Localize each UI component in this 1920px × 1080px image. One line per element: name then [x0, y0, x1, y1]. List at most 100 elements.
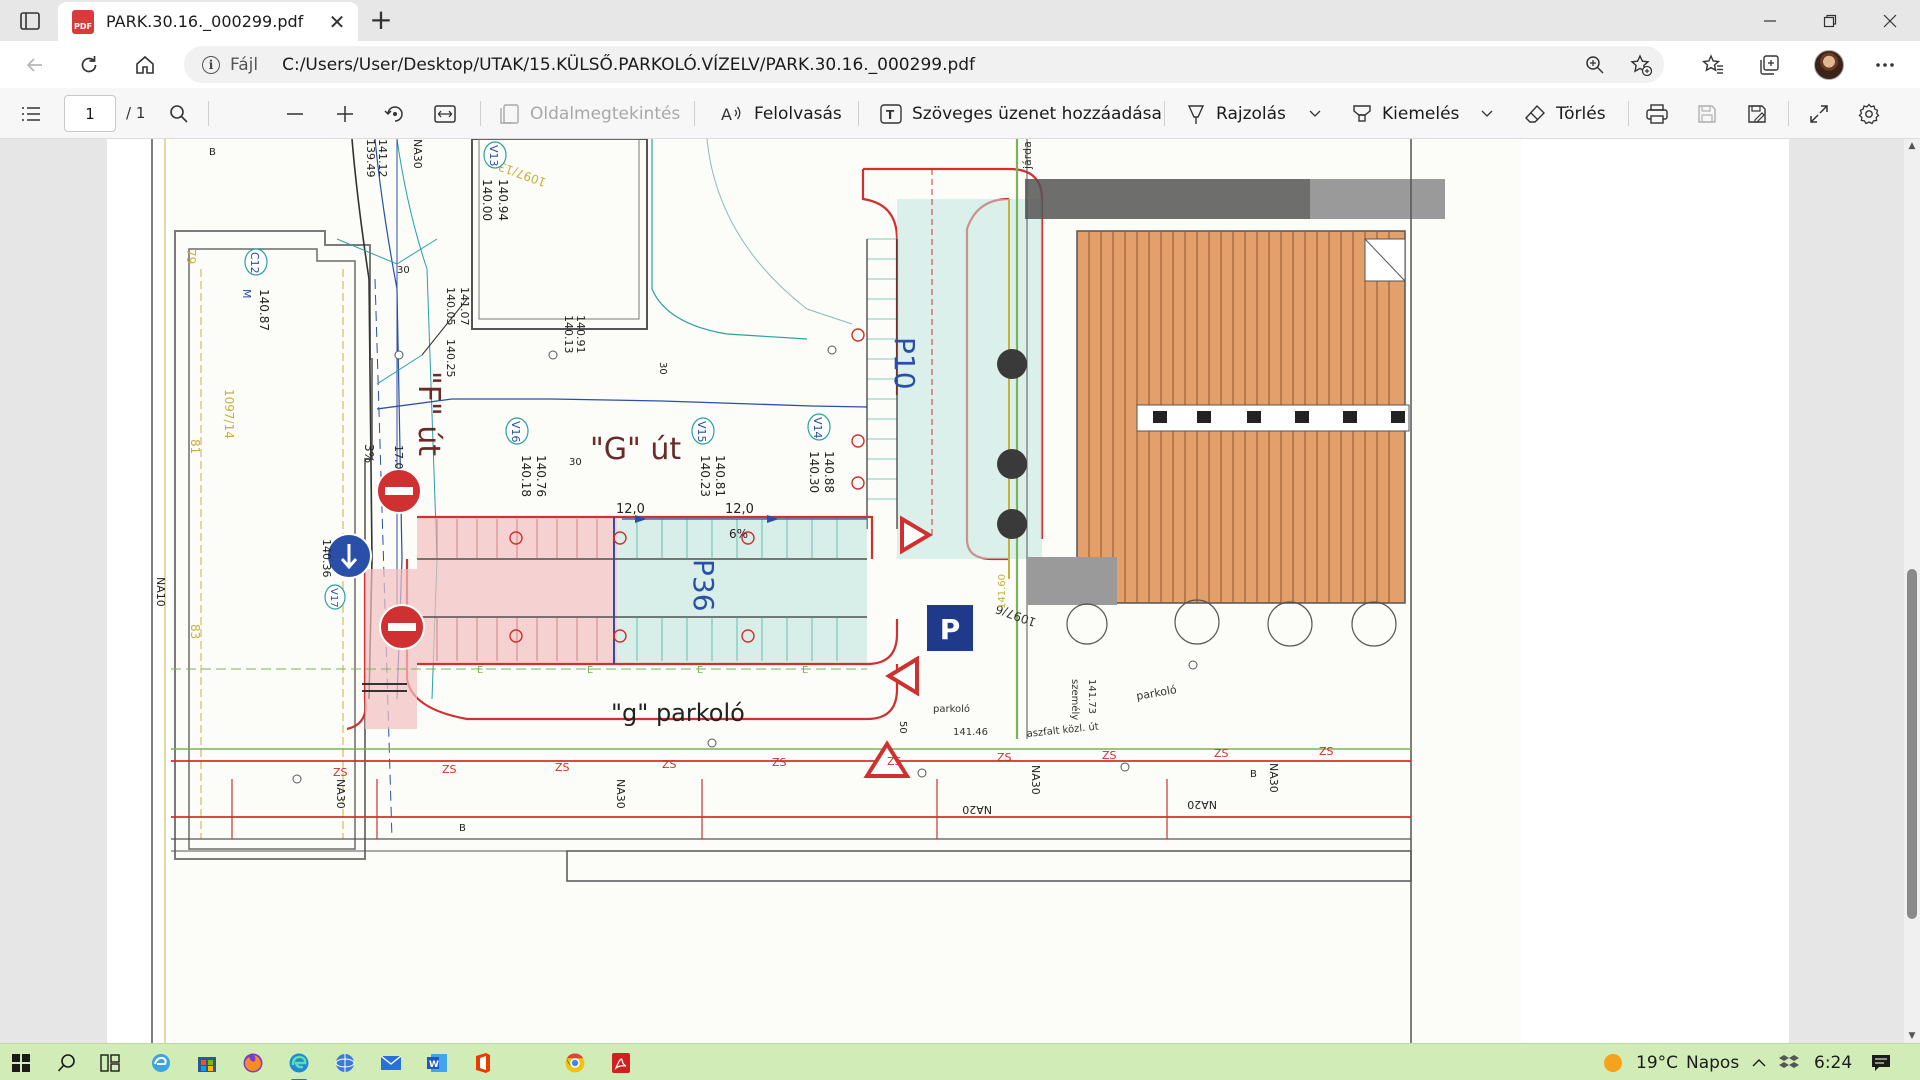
- taskbar-app-store[interactable]: [192, 1048, 222, 1078]
- page-view-icon: [500, 104, 519, 124]
- add-text-button[interactable]: T Szöveges üzenet hozzáadása: [880, 97, 1162, 131]
- close-window-button[interactable]: [1860, 0, 1920, 41]
- utility-code: E: [477, 665, 483, 676]
- taskbar-app-globe[interactable]: [330, 1048, 360, 1078]
- dimension-label: 30: [657, 362, 668, 375]
- tab-actions-button[interactable]: [14, 8, 46, 34]
- info-icon[interactable]: i: [202, 55, 220, 74]
- svg-text:T: T: [886, 108, 895, 122]
- tray-overflow-button[interactable]: [1744, 1048, 1774, 1078]
- taskbar-app-edge-legacy[interactable]: [146, 1048, 176, 1078]
- lot-number: 79: [184, 249, 198, 264]
- browser-tab-active[interactable]: PDF PARK.30.16._000299.pdf ✕: [58, 2, 358, 41]
- page-total: / 1: [126, 104, 146, 122]
- toolbar-divider: [208, 101, 209, 126]
- zoom-button[interactable]: [1572, 46, 1618, 83]
- slope-label: 3%: [362, 444, 376, 463]
- scrollbar-thumb[interactable]: [1907, 569, 1917, 919]
- highlight-options-button[interactable]: [1470, 97, 1504, 131]
- zoom-in-button[interactable]: [328, 97, 362, 131]
- page-number-input[interactable]: 1: [64, 95, 116, 132]
- chevron-up-icon: [1752, 1059, 1766, 1067]
- elevation-label: 140.05: [444, 287, 457, 326]
- elevation-label: 17.0: [392, 445, 405, 470]
- dropbox-tray-button[interactable]: [1774, 1048, 1804, 1078]
- draw-options-button[interactable]: [1298, 97, 1332, 131]
- print-button[interactable]: [1640, 97, 1674, 131]
- utility-code: NA30: [614, 779, 627, 809]
- svg-text:140.18: 140.18: [519, 455, 533, 497]
- taskbar-app-acrobat[interactable]: [606, 1048, 636, 1078]
- list-icon: [22, 107, 40, 121]
- zoom-out-button[interactable]: [278, 97, 312, 131]
- expand-icon: [1810, 105, 1828, 123]
- taskbar-app-office[interactable]: [468, 1048, 498, 1078]
- add-text-icon: T: [880, 104, 902, 124]
- refresh-button[interactable]: [72, 48, 106, 82]
- favorites-button[interactable]: [1696, 48, 1730, 82]
- task-view-button[interactable]: [96, 1048, 126, 1078]
- favorites-icon: [1702, 54, 1723, 74]
- save-as-button[interactable]: [1740, 97, 1774, 131]
- settings-more-button[interactable]: [1868, 48, 1902, 82]
- fullscreen-button[interactable]: [1802, 97, 1836, 131]
- collections-button[interactable]: [1752, 48, 1786, 82]
- clock-time[interactable]: 6:24: [1814, 1053, 1852, 1073]
- utility-code: ZS: [662, 758, 677, 771]
- tab-actions-icon: [20, 12, 40, 30]
- save-button[interactable]: [1690, 97, 1724, 131]
- pdf-viewer[interactable]: P "G" út "g" parkoló "F" út P10 P36 1097…: [0, 139, 1920, 1043]
- point-v17: V17: [324, 584, 346, 610]
- elevation-label: 140.25: [444, 339, 457, 378]
- elevation-label: 141.46: [953, 727, 988, 738]
- taskbar-app-word[interactable]: W: [422, 1048, 452, 1078]
- vertical-scrollbar[interactable]: ▲ ▼: [1904, 139, 1920, 1043]
- pdf-settings-button[interactable]: [1852, 97, 1886, 131]
- tab-strip: PDF PARK.30.16._000299.pdf ✕ +: [0, 0, 1920, 41]
- utility-code: ZS: [1102, 749, 1117, 762]
- svg-text:P: P: [940, 613, 961, 646]
- taskbar-app-chrome[interactable]: [560, 1048, 590, 1078]
- svg-text:V16: V16: [509, 421, 522, 443]
- new-tab-button[interactable]: +: [366, 6, 396, 36]
- draw-button[interactable]: Rajzolás: [1186, 97, 1286, 131]
- utility-code: NA10: [154, 577, 167, 607]
- back-button[interactable]: [18, 48, 52, 82]
- profile-avatar[interactable]: [1814, 50, 1844, 80]
- page-view-button[interactable]: Oldalmegtekintés: [500, 97, 680, 131]
- highlighter-icon: [1353, 105, 1371, 122]
- edge-icon: [289, 1053, 309, 1073]
- minimize-button[interactable]: [1740, 0, 1800, 41]
- taskbar-app-mail[interactable]: [376, 1048, 406, 1078]
- read-aloud-button[interactable]: A Felolvasás: [720, 97, 842, 131]
- scroll-up-arrow[interactable]: ▲: [1907, 141, 1917, 151]
- save-as-icon: [1748, 105, 1766, 123]
- globe-icon: [335, 1054, 355, 1072]
- erase-button[interactable]: Törlés: [1524, 97, 1606, 131]
- table-of-contents-button[interactable]: [14, 97, 48, 131]
- close-tab-icon[interactable]: ✕: [326, 10, 348, 34]
- notifications-button[interactable]: [1866, 1048, 1896, 1078]
- add-favorite-button[interactable]: [1618, 46, 1664, 83]
- fit-page-button[interactable]: [428, 97, 462, 131]
- restore-button[interactable]: [1800, 0, 1860, 41]
- home-icon: [136, 55, 154, 74]
- url-text[interactable]: C:/Users/User/Desktop/UTAK/15.KÜLSŐ.PARK…: [282, 55, 975, 75]
- home-button[interactable]: [128, 48, 162, 82]
- url-scheme: Fájl: [230, 54, 259, 75]
- start-button[interactable]: [6, 1048, 36, 1078]
- search-taskbar-button[interactable]: [52, 1048, 82, 1078]
- svg-text:140.30: 140.30: [807, 451, 821, 493]
- taskbar-app-firefox[interactable]: [238, 1048, 268, 1078]
- url-box[interactable]: i Fájl C:/Users/User/Desktop/UTAK/15.KÜL…: [184, 46, 1664, 83]
- svg-text:W: W: [429, 1060, 439, 1070]
- taskbar-app-edge[interactable]: [284, 1048, 314, 1080]
- find-button[interactable]: [162, 97, 196, 131]
- weather-widget[interactable]: [1598, 1048, 1628, 1078]
- rotate-button[interactable]: [378, 97, 412, 131]
- highlight-button[interactable]: Kiemelés: [1352, 97, 1459, 131]
- scroll-down-arrow[interactable]: ▼: [1907, 1031, 1917, 1041]
- lot-label: 1097/14: [222, 389, 236, 439]
- utility-code: ZS: [1319, 745, 1334, 758]
- utility-code: ZS: [772, 756, 787, 769]
